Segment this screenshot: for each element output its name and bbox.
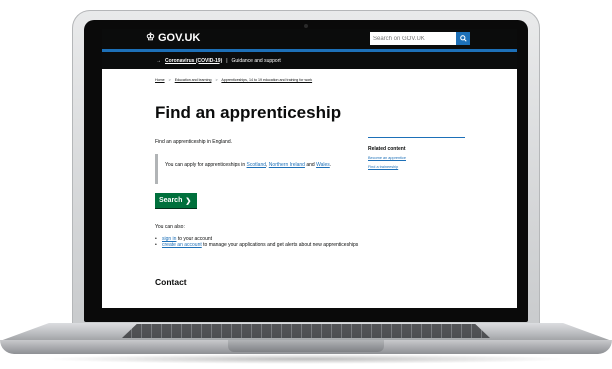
related-link-find-traineeship[interactable]: Find a traineeship [368,165,465,169]
laptop-keyboard [122,324,490,338]
related-link-become-apprentice[interactable]: Become an apprentice [368,156,465,160]
laptop-screen: ♔ GOV.UK → Coronavirus (COVID-19) | Guid… [102,29,517,308]
header-search [370,32,470,45]
breadcrumb-separator: > [215,78,218,82]
inset-prefix: You can apply for apprenticeships in [165,162,247,168]
create-account-link[interactable]: create an account [162,242,202,248]
covid-guidance-text: Guidance and support [231,57,281,64]
breadcrumb: Home > Education and learning > Apprenti… [155,78,312,82]
sign-in-link[interactable]: sign in [162,236,176,242]
govuk-logo-link[interactable]: ♔ GOV.UK [146,32,200,44]
related-content-title: Related content [368,146,406,152]
inset-and: and [304,162,317,168]
search-button[interactable] [456,32,470,45]
breadcrumb-home[interactable]: Home [155,78,165,82]
scotland-link[interactable]: Scotland [247,162,266,168]
search-start-button[interactable]: Search ❯ [155,193,197,208]
contact-heading: Contact [155,277,187,287]
arrow-right-icon: → [156,57,161,64]
webcam-icon [304,24,308,28]
inset-text: You can apply for apprenticeships in Sco… [155,154,345,184]
govuk-logo-text: GOV.UK [157,32,201,44]
related-content: Related content Become an apprentice Fin… [368,137,465,174]
covid-banner: → Coronavirus (COVID-19) | Guidance and … [102,52,517,69]
laptop-shadow [40,354,572,364]
search-icon [459,35,467,42]
also-list: sign in to your account create an accoun… [155,236,360,249]
also-label: You can also: [155,224,185,230]
breadcrumb-education[interactable]: Education and learning [175,78,212,82]
northern-ireland-link[interactable]: Northern Ireland [269,162,305,168]
laptop-trackpad [228,340,384,352]
crown-icon: ♔ [146,32,155,43]
wales-link[interactable]: Wales [316,162,330,168]
page-title: Find an apprenticeship [155,103,342,122]
breadcrumb-apprenticeships[interactable]: Apprenticeships, 14 to 19 education and … [221,78,312,82]
chevron-right-icon: ❯ [185,197,192,205]
list-item: create an account to manage your applica… [155,242,360,249]
govuk-header: ♔ GOV.UK [102,29,517,49]
covid-link[interactable]: Coronavirus (COVID-19) [165,58,222,64]
start-button-label: Search [159,197,183,204]
inset-suffix: . [329,162,332,168]
covid-separator: | [226,57,228,64]
breadcrumb-separator: > [168,78,171,82]
list-item-text: to manage your applications and get aler… [201,242,359,249]
intro-text: Find an apprenticeship in England. [155,139,232,145]
search-input[interactable] [370,32,456,45]
list-item-text: to your account [176,236,213,242]
